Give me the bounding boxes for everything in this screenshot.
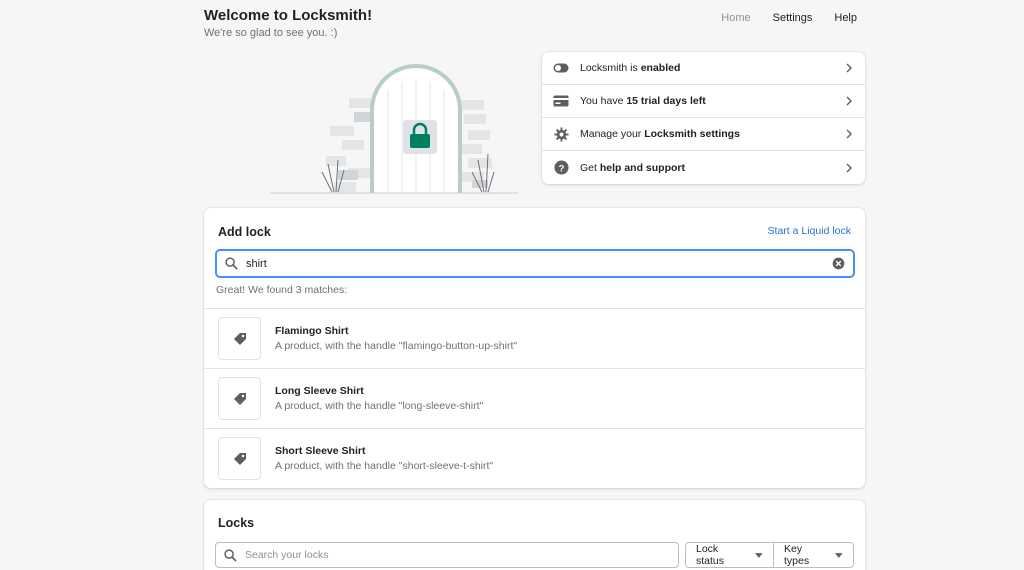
add-lock-title: Add lock bbox=[218, 225, 271, 239]
caret-down-icon bbox=[835, 552, 843, 558]
result-text: Short Sleeve Shirt A product, with the h… bbox=[275, 445, 493, 472]
locks-search-input[interactable] bbox=[245, 549, 670, 561]
add-lock-card: Add lock Start a Liquid lock Great! We f… bbox=[204, 208, 865, 488]
clear-icon[interactable] bbox=[832, 257, 845, 270]
chevron-right-icon bbox=[846, 63, 852, 73]
result-description: A product, with the handle "long-sleeve-… bbox=[275, 400, 484, 412]
locked-door-illustration bbox=[270, 64, 518, 194]
lock-status-label: Lock status bbox=[696, 543, 725, 567]
product-thumbnail bbox=[218, 437, 261, 480]
start-liquid-lock-link[interactable]: Start a Liquid lock bbox=[768, 225, 851, 237]
page-subtitle: We're so glad to see you. :) bbox=[204, 27, 338, 39]
lock-status-filter[interactable]: Lock status bbox=[685, 542, 774, 568]
status-row-help[interactable]: ? Get help and support bbox=[542, 151, 865, 184]
status-row-trial[interactable]: You have 15 trial days left bbox=[542, 85, 865, 118]
nav-help[interactable]: Help bbox=[834, 12, 857, 24]
result-text: Flamingo Shirt A product, with the handl… bbox=[275, 325, 517, 352]
caret-down-icon bbox=[755, 552, 763, 558]
result-name: Flamingo Shirt bbox=[275, 325, 349, 337]
nav-settings[interactable]: Settings bbox=[773, 12, 813, 24]
gear-icon bbox=[553, 126, 569, 142]
page-title: Welcome to Locksmith! bbox=[204, 7, 373, 24]
chevron-right-icon bbox=[846, 163, 852, 172]
result-description: A product, with the handle "short-sleeve… bbox=[275, 460, 494, 472]
add-lock-search bbox=[215, 249, 855, 278]
tag-icon bbox=[233, 452, 246, 465]
result-name: Long Sleeve Shirt bbox=[275, 385, 364, 397]
status-text: You have 15 trial days left bbox=[580, 95, 706, 107]
result-description: A product, with the handle "flamingo-but… bbox=[275, 340, 518, 352]
locks-search bbox=[215, 542, 679, 568]
product-thumbnail bbox=[218, 377, 261, 420]
key-types-label: Key types bbox=[784, 543, 810, 567]
result-item[interactable]: Flamingo Shirt A product, with the handl… bbox=[204, 308, 865, 368]
top-nav: Home Settings Help bbox=[721, 12, 857, 24]
chevron-right-icon bbox=[846, 96, 852, 106]
key-types-filter[interactable]: Key types bbox=[773, 542, 854, 568]
search-icon bbox=[224, 548, 237, 562]
result-name: Short Sleeve Shirt bbox=[275, 445, 366, 457]
locks-card: Locks Lock status Key types bbox=[204, 500, 865, 570]
help-circle-icon: ? bbox=[553, 160, 569, 176]
result-text: Long Sleeve Shirt A product, with the ha… bbox=[275, 385, 483, 412]
credit-card-icon bbox=[553, 93, 569, 109]
search-icon bbox=[225, 257, 238, 270]
status-row-enabled[interactable]: Locksmith is enabled bbox=[542, 52, 865, 85]
nav-home[interactable]: Home bbox=[721, 12, 750, 24]
status-row-settings[interactable]: Manage your Locksmith settings bbox=[542, 118, 865, 151]
match-count-text: Great! We found 3 matches: bbox=[216, 284, 348, 296]
chevron-right-icon bbox=[846, 129, 852, 139]
svg-text:?: ? bbox=[558, 163, 564, 173]
tag-icon bbox=[233, 392, 246, 405]
search-results: Flamingo Shirt A product, with the handl… bbox=[204, 308, 865, 488]
tag-icon bbox=[233, 332, 246, 345]
toggle-icon bbox=[553, 60, 569, 76]
result-item[interactable]: Short Sleeve Shirt A product, with the h… bbox=[204, 428, 865, 488]
status-card: Locksmith is enabled You have 15 trial d… bbox=[542, 52, 865, 184]
product-thumbnail bbox=[218, 317, 261, 360]
add-lock-search-input[interactable] bbox=[246, 257, 832, 270]
result-item[interactable]: Long Sleeve Shirt A product, with the ha… bbox=[204, 368, 865, 428]
locks-title: Locks bbox=[218, 516, 255, 530]
status-text: Manage your Locksmith settings bbox=[580, 128, 740, 140]
status-text: Locksmith is enabled bbox=[580, 62, 681, 74]
status-text: Get help and support bbox=[580, 161, 686, 174]
